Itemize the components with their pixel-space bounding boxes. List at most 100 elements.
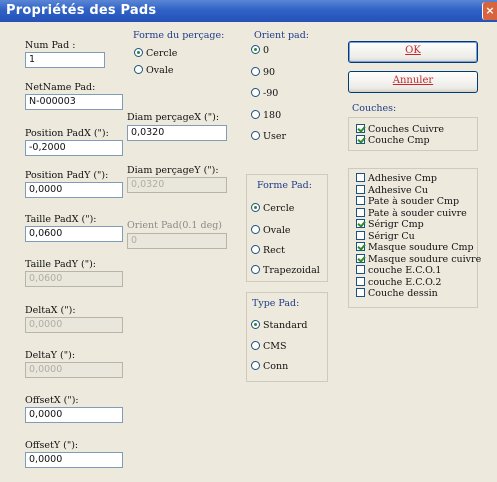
position-y-input[interactable]: 0,0000: [25, 182, 123, 198]
layer-checkbox[interactable]: Couche dessin: [356, 288, 438, 299]
drill-oval-radio[interactable]: Ovale: [134, 65, 173, 77]
layer-label: Sérigr Cmp: [368, 219, 424, 230]
orient-neg90-label: -90: [263, 88, 279, 99]
orient-180-radio[interactable]: 180: [251, 110, 281, 122]
checkbox-icon: [356, 207, 365, 217]
cancel-button-label: Annuler: [392, 75, 434, 86]
position-y-label: Position PadY ("):: [25, 170, 109, 181]
layer-checkbox[interactable]: Pate à souder cuivre: [356, 207, 467, 219]
radio-dot-icon: [251, 225, 260, 234]
drill-circle-label: Cercle: [146, 48, 178, 59]
checkbox-icon: [356, 265, 365, 274]
layer-copper-checkbox[interactable]: Couches Cuivre: [356, 124, 444, 135]
position-x-input[interactable]: -0,2000: [25, 140, 123, 156]
type-conn-label: Conn: [263, 361, 289, 372]
orient-90-label: 90: [263, 67, 276, 78]
layer-checkbox[interactable]: Sérigr Cmp: [356, 219, 424, 230]
radio-dot-icon: [134, 48, 143, 57]
layer-checkbox[interactable]: couche E.C.O.2: [356, 276, 442, 288]
layer-label: Pate à souder Cmp: [368, 196, 460, 207]
layer-checkbox[interactable]: Masque soudure cuivre: [356, 253, 482, 265]
ok-button[interactable]: OK: [348, 41, 478, 63]
drill-circle-radio[interactable]: Cercle: [134, 48, 177, 60]
drill-x-input[interactable]: 0,0320: [127, 125, 227, 141]
layer-checkbox[interactable]: Pate à souder Cmp: [356, 196, 459, 207]
shape-oval-label: Ovale: [263, 225, 291, 236]
drill-y-input[interactable]: 0,0320: [127, 177, 227, 193]
checkbox-icon: [356, 230, 365, 240]
num-pad-label: Num Pad :: [25, 40, 76, 51]
drill-oval-label: Ovale: [146, 65, 174, 76]
orient-90-radio[interactable]: 90: [251, 67, 275, 79]
delta-y-label: DeltaY ("):: [25, 350, 76, 361]
type-conn-radio[interactable]: Conn: [251, 361, 288, 373]
size-y-input[interactable]: 0,0600: [25, 271, 123, 287]
orient-pad-label: Orient Pad(0.1 deg): [127, 220, 222, 231]
layer-label: Adhesive Cu: [368, 184, 428, 196]
delta-x-input[interactable]: 0,0000: [25, 317, 123, 333]
checkbox-icon: [356, 173, 365, 182]
title-bar: Propriétés des Pads ×: [0, 0, 497, 22]
type-standard-label: Standard: [263, 320, 308, 331]
offset-y-input[interactable]: 0,0000: [25, 452, 123, 468]
shape-rect-radio[interactable]: Rect: [251, 245, 285, 257]
size-x-label: Taille PadX ("):: [25, 214, 97, 225]
size-x-input[interactable]: 0,0600: [25, 226, 123, 242]
layer-checkbox[interactable]: Masque soudure Cmp: [356, 242, 474, 253]
layer-label: Sérigr Cu: [368, 230, 415, 242]
layer-label: couche E.C.O.2: [368, 276, 442, 288]
layer-checkbox[interactable]: Adhesive Cmp: [356, 173, 437, 184]
layer-cmp-label: Couche Cmp: [368, 135, 430, 146]
pad-properties-dialog: Num Pad : 1 NetName Pad: N-000003 Positi…: [0, 22, 497, 482]
radio-dot-icon: [251, 361, 260, 370]
layer-copper-label: Couches Cuivre: [368, 124, 445, 135]
checkbox-icon: [356, 124, 365, 133]
checkbox-icon: [356, 196, 365, 205]
shape-trapezoidal-label: Trapezoidal: [263, 265, 320, 276]
window-title: Propriétés des Pads: [6, 3, 157, 18]
offset-x-input[interactable]: 0,0000: [25, 407, 123, 423]
offset-y-label: OffsetY ("):: [25, 440, 79, 451]
orient-pad-input[interactable]: 0: [127, 233, 227, 249]
layer-checkbox[interactable]: Sérigr Cu: [356, 230, 415, 242]
radio-dot-icon: [251, 67, 260, 76]
layer-checkbox[interactable]: couche E.C.O.1: [356, 265, 441, 276]
shape-trapezoidal-radio[interactable]: Trapezoidal: [251, 265, 320, 277]
delta-y-input[interactable]: 0,0000: [25, 362, 123, 378]
checkbox-icon: [356, 135, 365, 144]
orient-0-radio[interactable]: 0: [251, 45, 269, 57]
size-y-label: Taille PadY ("):: [25, 259, 97, 270]
layers-title: Couches:: [352, 103, 397, 114]
type-cms-radio[interactable]: CMS: [251, 341, 287, 353]
checkbox-icon: [356, 219, 365, 228]
close-icon[interactable]: ×: [482, 2, 497, 20]
radio-dot-icon: [134, 65, 143, 74]
cancel-button[interactable]: Annuler: [348, 71, 478, 93]
radio-dot-icon: [251, 88, 260, 97]
orient-user-radio[interactable]: User: [251, 131, 286, 143]
num-pad-input[interactable]: 1: [25, 52, 105, 68]
netname-input[interactable]: N-000003: [25, 94, 123, 110]
radio-dot-icon: [251, 110, 260, 119]
layer-checkbox[interactable]: Adhesive Cu: [356, 184, 428, 196]
pad-shape-title: Forme Pad:: [257, 180, 312, 191]
radio-dot-icon: [251, 341, 260, 350]
layer-cmp-checkbox[interactable]: Couche Cmp: [356, 135, 430, 146]
drill-shape-title: Forme du perçage:: [133, 30, 225, 41]
shape-circle-radio[interactable]: Cercle: [251, 203, 294, 215]
radio-dot-icon: [251, 203, 260, 212]
layer-label: Adhesive Cmp: [368, 173, 437, 184]
orient-user-label: User: [263, 131, 287, 142]
radio-dot-icon: [251, 320, 260, 329]
checkbox-icon: [356, 242, 365, 251]
orient-neg90-radio[interactable]: -90: [251, 88, 278, 100]
orient-title: Orient pad:: [254, 30, 309, 41]
layer-label: Masque soudure cuivre: [368, 253, 482, 265]
pad-type-title: Type Pad:: [252, 298, 300, 309]
checkbox-icon: [356, 253, 365, 263]
position-x-label: Position PadX ("):: [25, 128, 109, 139]
shape-oval-radio[interactable]: Ovale: [251, 225, 290, 237]
shape-circle-label: Cercle: [263, 203, 295, 214]
layer-label: Pate à souder cuivre: [368, 207, 467, 219]
type-standard-radio[interactable]: Standard: [251, 320, 307, 332]
